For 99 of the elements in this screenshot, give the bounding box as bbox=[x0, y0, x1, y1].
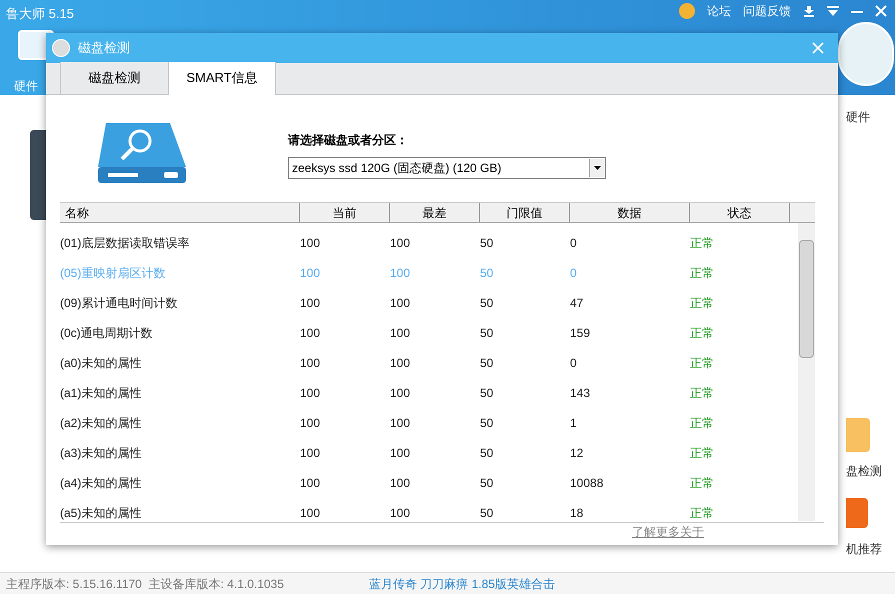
disk-select-label: 请选择磁盘或者分区： bbox=[288, 132, 409, 149]
table-cell-text: 100 bbox=[300, 355, 322, 372]
table-cell-text: (09)累计通电时间计数 bbox=[60, 295, 178, 312]
column-header[interactable]: 状态 bbox=[690, 203, 790, 222]
table-row[interactable]: (a3)未知的属性 100 100 50 12 正常 bbox=[60, 438, 796, 468]
column-header[interactable]: 门限值 bbox=[480, 203, 570, 222]
table-cell-text: 1 bbox=[570, 415, 578, 432]
table-cell-text: 50 bbox=[480, 325, 494, 342]
table-row[interactable]: (a2)未知的属性 100 100 50 1 正常 bbox=[60, 408, 796, 438]
scrollbar[interactable] bbox=[798, 223, 815, 521]
table-cell-text: 50 bbox=[480, 355, 494, 372]
table-row[interactable]: (a1)未知的属性 100 100 50 143 正常 bbox=[60, 378, 796, 408]
table-cell-text: 100 bbox=[300, 385, 322, 402]
table-cell-text: 12 bbox=[570, 445, 584, 462]
table-cell-text: 100 bbox=[300, 265, 322, 282]
table-cell-text: (a1)未知的属性 bbox=[60, 385, 142, 402]
table-cell-text: (a5)未知的属性 bbox=[60, 505, 142, 522]
table-cell-text: 正常 bbox=[690, 445, 715, 462]
table-cell-text: 50 bbox=[480, 505, 494, 522]
table-cell-text: (a2)未知的属性 bbox=[60, 415, 142, 432]
table-cell-text: 正常 bbox=[690, 235, 715, 252]
header-link[interactable]: 问题反馈 bbox=[743, 2, 791, 20]
table-cell-text: 50 bbox=[480, 415, 494, 432]
table-cell-text: 100 bbox=[390, 415, 412, 432]
table-cell-text: 100 bbox=[300, 505, 322, 522]
table-cell-text: 50 bbox=[480, 265, 494, 282]
disk-select[interactable]: zeeksys ssd 120G (固态硬盘) (120 GB) bbox=[288, 156, 606, 179]
table-cell-text: 100 bbox=[390, 235, 412, 252]
header-link[interactable]: 论坛 bbox=[707, 2, 731, 20]
table-cell-text: 47 bbox=[570, 295, 584, 312]
table-cell-text: 100 bbox=[390, 325, 412, 342]
app-title: 鲁大师 5.15 bbox=[6, 5, 74, 23]
table-cell-text: 0 bbox=[570, 265, 578, 282]
table-cell-text: 正常 bbox=[690, 415, 715, 432]
caret-icon bbox=[594, 166, 601, 170]
table-row[interactable]: (a0)未知的属性 100 100 50 0 正常 bbox=[60, 348, 796, 378]
table-cell-text: 100 bbox=[390, 355, 412, 372]
medal-icon[interactable] bbox=[679, 3, 695, 19]
tab[interactable]: SMART信息 bbox=[168, 62, 276, 95]
dialog-title: 磁盘检测 bbox=[78, 39, 130, 58]
table-row[interactable]: (01)底层数据读取错误率 100 100 50 0 正常 bbox=[60, 228, 796, 258]
side-label[interactable]: 盘检测 bbox=[846, 462, 882, 480]
table-cell-text: (a3)未知的属性 bbox=[60, 445, 142, 462]
table-cell-text: 正常 bbox=[690, 505, 715, 522]
column-header[interactable]: 名称 bbox=[60, 203, 300, 222]
side-label[interactable]: 机推荐 bbox=[846, 540, 882, 558]
dropdown-button[interactable] bbox=[589, 158, 605, 177]
table-cell-text: (0c)通电周期计数 bbox=[60, 325, 154, 342]
table-cell-text: 50 bbox=[480, 235, 494, 252]
table-cell-text: 正常 bbox=[690, 295, 715, 312]
table-cell-text: 正常 bbox=[690, 385, 715, 402]
table-row[interactable]: (a4)未知的属性 100 100 50 10088 正常 bbox=[60, 468, 796, 498]
table-cell-text: 正常 bbox=[690, 265, 715, 282]
table-cell-text: 正常 bbox=[690, 355, 715, 372]
table-cell-text: 100 bbox=[390, 445, 412, 462]
table-cell-text: 100 bbox=[390, 265, 412, 282]
table-cell-text: 正常 bbox=[690, 325, 715, 342]
table-cell-text: 100 bbox=[390, 295, 412, 312]
table-row[interactable]: (09)累计通电时间计数 100 100 50 47 正常 bbox=[60, 288, 796, 318]
learn-more-link[interactable]: 了解更多关于 bbox=[632, 523, 704, 541]
table-cell-text: 10088 bbox=[570, 475, 604, 492]
table-cell-text: 100 bbox=[300, 295, 322, 312]
table-cell-text: 100 bbox=[300, 235, 322, 252]
logo-icon bbox=[52, 38, 70, 57]
download-icon[interactable] bbox=[803, 5, 815, 17]
table-cell-text: 50 bbox=[480, 295, 494, 312]
table-cell-text: 50 bbox=[480, 385, 494, 402]
table-cell-text: 100 bbox=[390, 505, 412, 522]
close-icon[interactable] bbox=[812, 42, 824, 54]
table-cell-text: 100 bbox=[390, 475, 412, 492]
column-header[interactable]: 数据 bbox=[570, 203, 690, 222]
table-cell-text: (a4)未知的属性 bbox=[60, 475, 142, 492]
table-cell-text: 50 bbox=[480, 445, 494, 462]
close-icon[interactable] bbox=[875, 5, 887, 17]
side-label[interactable]: 硬件 bbox=[846, 108, 870, 126]
column-header[interactable]: 最差 bbox=[390, 203, 480, 222]
tab[interactable]: 磁盘检测 bbox=[60, 62, 168, 94]
dropdown-icon[interactable] bbox=[827, 6, 839, 16]
table-cell-text: 159 bbox=[570, 325, 592, 342]
table-cell-text: 100 bbox=[390, 385, 412, 402]
table-cell-text: 143 bbox=[570, 385, 592, 402]
table-cell-text: 正常 bbox=[690, 475, 715, 492]
table-cell-text: 100 bbox=[300, 475, 322, 492]
version-text: 主程序版本: 5.15.16.1170 主设备库版本: 4.1.0.1035 bbox=[6, 576, 284, 592]
table-cell-text: (a0)未知的属性 bbox=[60, 355, 142, 372]
table-cell-text: 100 bbox=[300, 325, 322, 342]
table-cell-text: 18 bbox=[570, 505, 584, 522]
table-cell-text: 0 bbox=[570, 355, 578, 372]
table-row[interactable]: (05)重映射扇区计数 100 100 50 0 正常 bbox=[60, 258, 796, 288]
table-cell-text: 100 bbox=[300, 445, 322, 462]
table-cell-text: 50 bbox=[480, 475, 494, 492]
table-cell-text: 100 bbox=[300, 415, 322, 432]
table-cell-text: 0 bbox=[570, 235, 578, 252]
table-cell-text: (01)底层数据读取错误率 bbox=[60, 235, 190, 252]
table-row[interactable]: (0c)通电周期计数 100 100 50 159 正常 bbox=[60, 318, 796, 348]
column-header[interactable]: 当前 bbox=[300, 203, 390, 222]
table-cell-text: (05)重映射扇区计数 bbox=[60, 265, 166, 282]
promo-link[interactable]: 蓝月传奇 刀刀麻痹 1.85版英雄合击 bbox=[368, 574, 555, 592]
scroll-thumb[interactable] bbox=[799, 240, 814, 358]
